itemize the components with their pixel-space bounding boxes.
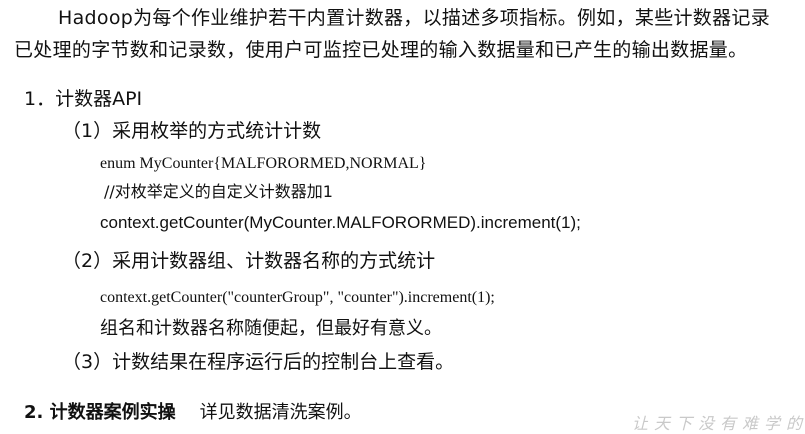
watermark-text: 让天下没有难学的技 [632, 414, 805, 433]
section-heading-counter-api: 1．计数器API [24, 88, 143, 110]
code-line-group-increment: context.getCounter("counterGroup", "coun… [100, 289, 495, 306]
section-heading-case-practice-label: 2. 计数器案例实操 [24, 402, 176, 423]
code-line-enum-definition: enum MyCounter{MALFORORMED,NORMAL} [100, 155, 427, 172]
code-line-enum-increment: context.getCounter(MyCounter.MALFORORMED… [100, 213, 581, 232]
subsection-note: 组名和计数器名称随便起，但最好有意义。 [100, 318, 442, 339]
section-heading-case-practice: 2. 计数器案例实操 详见数据清洗案例。 [24, 404, 362, 422]
subsection-title-group-name: （2）采用计数器组、计数器名称的方式统计 [62, 250, 436, 272]
intro-paragraph-line-2: 已处理的字节数和记录数，使用户可监控已处理的输入数据量和已产生的输出数据量。 [14, 39, 748, 61]
code-line-comment: //对枚举定义的自定义计数器加1 [104, 182, 333, 201]
intro-paragraph-line-1: Hadoop为每个作业维护若干内置计数器，以描述多项指标。例如，某些计数器记录 [58, 7, 771, 29]
section-case-practice-text: 详见数据清洗案例。 [199, 402, 362, 423]
subsection-title-console: （3）计数结果在程序运行后的控制台上查看。 [62, 351, 455, 373]
subsection-title-enum: （1）采用枚举的方式统计计数 [62, 120, 322, 142]
